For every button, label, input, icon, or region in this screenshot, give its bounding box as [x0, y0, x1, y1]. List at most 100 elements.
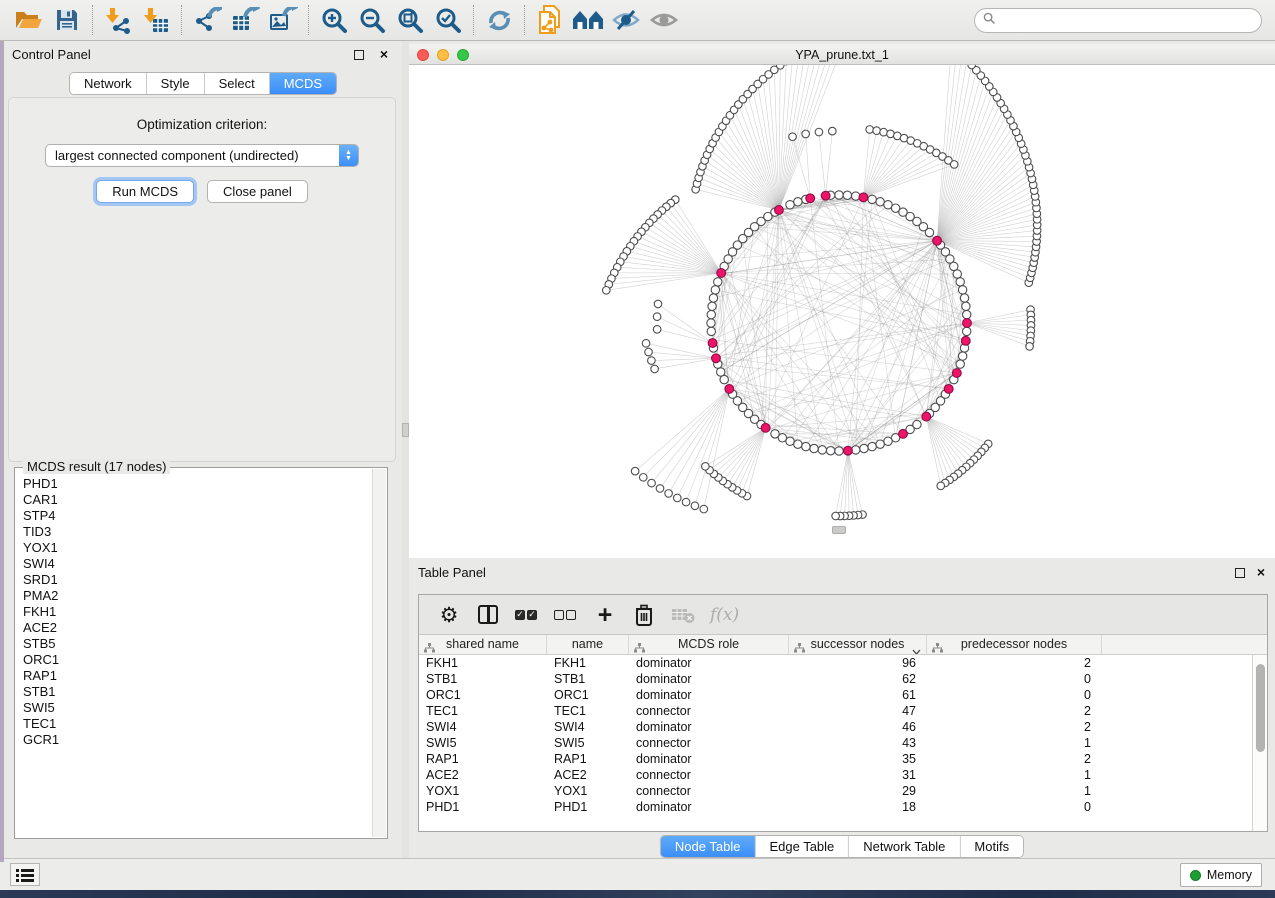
select-all-icon[interactable]: ✓✓	[515, 602, 539, 628]
network-node[interactable]	[810, 444, 818, 452]
network-node[interactable]	[653, 313, 661, 321]
network-node[interactable]	[707, 310, 715, 318]
network-node[interactable]	[968, 65, 976, 69]
float-table-panel-icon[interactable]	[1235, 568, 1245, 578]
tab-edge-table[interactable]: Edge Table	[755, 836, 849, 857]
memory-button[interactable]: Memory	[1180, 863, 1262, 887]
column-header-shared-name[interactable]: shared name	[419, 635, 547, 654]
export-image-icon[interactable]	[264, 4, 302, 36]
mcds-result-item[interactable]: FKH1	[16, 604, 371, 620]
network-node[interactable]	[956, 278, 964, 286]
network-node[interactable]	[835, 191, 843, 199]
mcds-result-item[interactable]: PMA2	[16, 588, 371, 604]
sort-chevron-icon[interactable]	[912, 642, 921, 654]
network-node[interactable]	[876, 440, 884, 448]
mcds-node[interactable]	[761, 423, 770, 432]
table-row[interactable]: SWI5SWI5connector431	[419, 735, 1267, 751]
network-node[interactable]	[709, 294, 717, 302]
export-table-icon[interactable]	[226, 4, 264, 36]
tab-network-table[interactable]: Network Table	[849, 836, 960, 857]
mcds-result-item[interactable]: SWI4	[16, 556, 371, 572]
network-node[interactable]	[702, 463, 710, 471]
mcds-result-item[interactable]: GCR1	[16, 732, 371, 748]
mcds-node[interactable]	[844, 446, 853, 455]
mcds-result-item[interactable]: STP4	[16, 508, 371, 524]
network-node[interactable]	[873, 127, 881, 135]
network-node[interactable]	[789, 133, 797, 141]
mcds-result-item[interactable]: SWI5	[16, 700, 371, 716]
column-header-mcds-role[interactable]: MCDS role	[629, 635, 789, 654]
table-row[interactable]: YOX1YOX1connector291	[419, 783, 1267, 799]
splitter-grip[interactable]	[402, 423, 409, 437]
network-node[interactable]	[602, 286, 610, 294]
network-node[interactable]	[673, 494, 681, 502]
open-session-icon[interactable]	[10, 4, 48, 36]
unselect-all-icon[interactable]	[554, 602, 578, 628]
tab-network[interactable]: Network	[70, 73, 147, 94]
mcds-node[interactable]	[712, 354, 721, 363]
network-node[interactable]	[639, 474, 647, 482]
mcds-node[interactable]	[944, 385, 953, 394]
show-columns-icon[interactable]	[476, 602, 500, 628]
table-row[interactable]: STB1STB1dominator620	[419, 671, 1267, 687]
network-node[interactable]	[776, 65, 784, 69]
task-history-button[interactable]	[10, 863, 40, 886]
network-node[interactable]	[860, 444, 868, 452]
tab-motifs[interactable]: Motifs	[960, 836, 1023, 857]
network-node[interactable]	[654, 300, 662, 308]
close-panel-icon[interactable]: ×	[380, 46, 388, 62]
network-node[interactable]	[963, 310, 971, 318]
network-node[interactable]	[771, 430, 779, 438]
network-node[interactable]	[802, 130, 810, 138]
mcds-node[interactable]	[961, 336, 970, 345]
tab-node-table[interactable]: Node Table	[661, 836, 756, 857]
mcds-node[interactable]	[952, 369, 961, 378]
network-node[interactable]	[651, 365, 659, 373]
table-row[interactable]: RAP1RAP1dominator352	[419, 751, 1267, 767]
mcds-node[interactable]	[963, 319, 972, 328]
mcds-node[interactable]	[821, 191, 830, 200]
network-node[interactable]	[826, 447, 834, 455]
network-node[interactable]	[656, 485, 664, 493]
network-node[interactable]	[835, 447, 843, 455]
network-node[interactable]	[794, 198, 802, 206]
network-node[interactable]	[868, 195, 876, 203]
result-scrollbar[interactable]	[372, 469, 386, 837]
mcds-result-item[interactable]: ORC1	[16, 652, 371, 668]
mcds-node[interactable]	[717, 269, 726, 278]
network-node[interactable]	[868, 442, 876, 450]
refresh-icon[interactable]	[480, 4, 518, 36]
zoom-out-icon[interactable]	[353, 4, 391, 36]
float-panel-icon[interactable]	[354, 50, 364, 60]
mcds-result-item[interactable]: STB1	[16, 684, 371, 700]
vertical-splitter[interactable]	[402, 41, 409, 858]
network-node[interactable]	[691, 502, 699, 510]
network-node[interactable]	[818, 446, 826, 454]
table-row[interactable]: TEC1TEC1connector472	[419, 703, 1267, 719]
table-settings-icon[interactable]: ⚙	[437, 602, 461, 628]
network-node[interactable]	[960, 294, 968, 302]
search-input[interactable]	[1001, 13, 1261, 28]
show-eye-icon[interactable]	[645, 4, 683, 36]
network-node[interactable]	[711, 286, 719, 294]
mcds-result-item[interactable]: ACE2	[16, 620, 371, 636]
close-table-panel-icon[interactable]: ×	[1257, 564, 1265, 580]
column-header-successor-nodes[interactable]: successor nodes	[789, 635, 927, 654]
network-node[interactable]	[707, 327, 715, 335]
criterion-select[interactable]: largest connected component (undirected)…	[45, 144, 359, 167]
mcds-result-item[interactable]: SRD1	[16, 572, 371, 588]
table-row[interactable]: PHD1PHD1dominator180	[419, 799, 1267, 815]
table-row[interactable]: ACE2ACE2connector311	[419, 767, 1267, 783]
search-box[interactable]	[974, 8, 1262, 33]
network-node[interactable]	[866, 126, 874, 134]
mcds-result-item[interactable]: CAR1	[16, 492, 371, 508]
mcds-node[interactable]	[775, 206, 784, 215]
mcds-result-item[interactable]: TID3	[16, 524, 371, 540]
clone-network-icon[interactable]	[531, 4, 569, 36]
network-node[interactable]	[828, 127, 836, 135]
mcds-result-item[interactable]: RAP1	[16, 668, 371, 684]
network-node[interactable]	[876, 198, 884, 206]
network-node[interactable]	[786, 201, 794, 209]
network-node[interactable]	[815, 128, 823, 136]
mcds-node[interactable]	[933, 236, 942, 245]
